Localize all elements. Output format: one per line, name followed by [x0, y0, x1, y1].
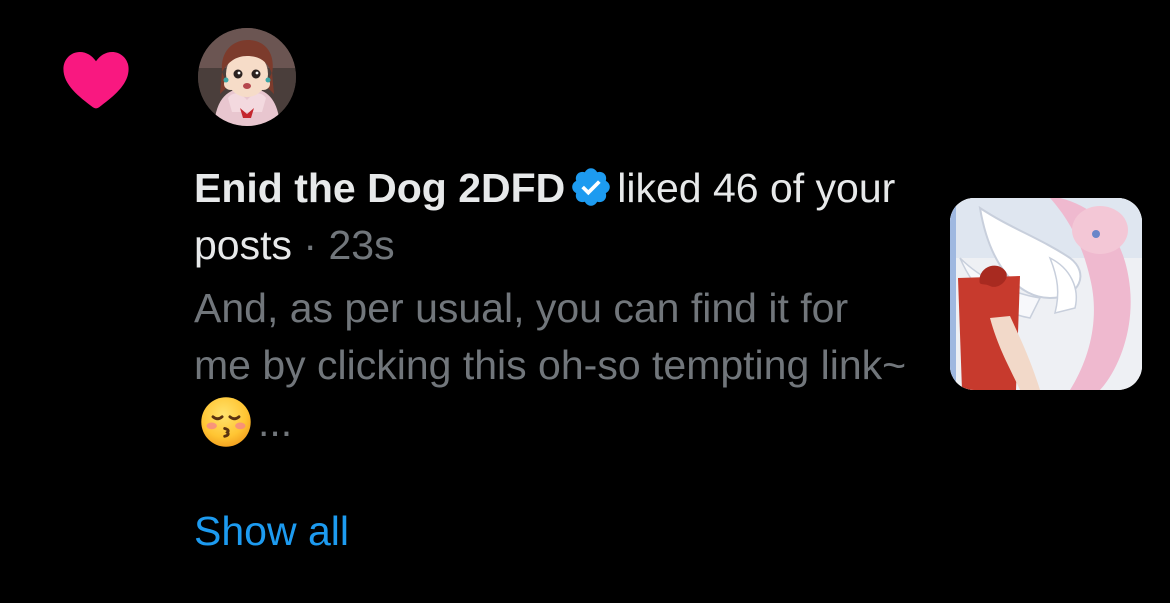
- show-all-link[interactable]: Show all: [194, 506, 349, 556]
- timestamp: 23s: [328, 222, 395, 268]
- separator-dot: ·: [303, 222, 318, 268]
- user-avatar[interactable]: [198, 28, 296, 126]
- user-name-link[interactable]: Enid the Dog 2DFD: [194, 165, 565, 211]
- like-notification[interactable]: Enid the Dog 2DFD liked 46 of your posts …: [0, 0, 1170, 603]
- heart-icon: [63, 51, 129, 109]
- post-preview-ellipsis: ...: [258, 399, 293, 445]
- post-thumbnail-image: [950, 198, 1142, 390]
- notification-content: Enid the Dog 2DFD liked 46 of your posts …: [194, 160, 914, 451]
- verified-badge-icon: [572, 168, 611, 206]
- post-thumbnail[interactable]: [950, 198, 1142, 390]
- kissing-face-emoji-icon: [201, 397, 251, 447]
- avatar-image: [198, 28, 296, 126]
- post-preview-text: And, as per usual, you can find it for m…: [194, 285, 907, 388]
- post-preview: And, as per usual, you can find it for m…: [194, 280, 914, 451]
- notification-headline: Enid the Dog 2DFD liked 46 of your posts …: [194, 160, 914, 274]
